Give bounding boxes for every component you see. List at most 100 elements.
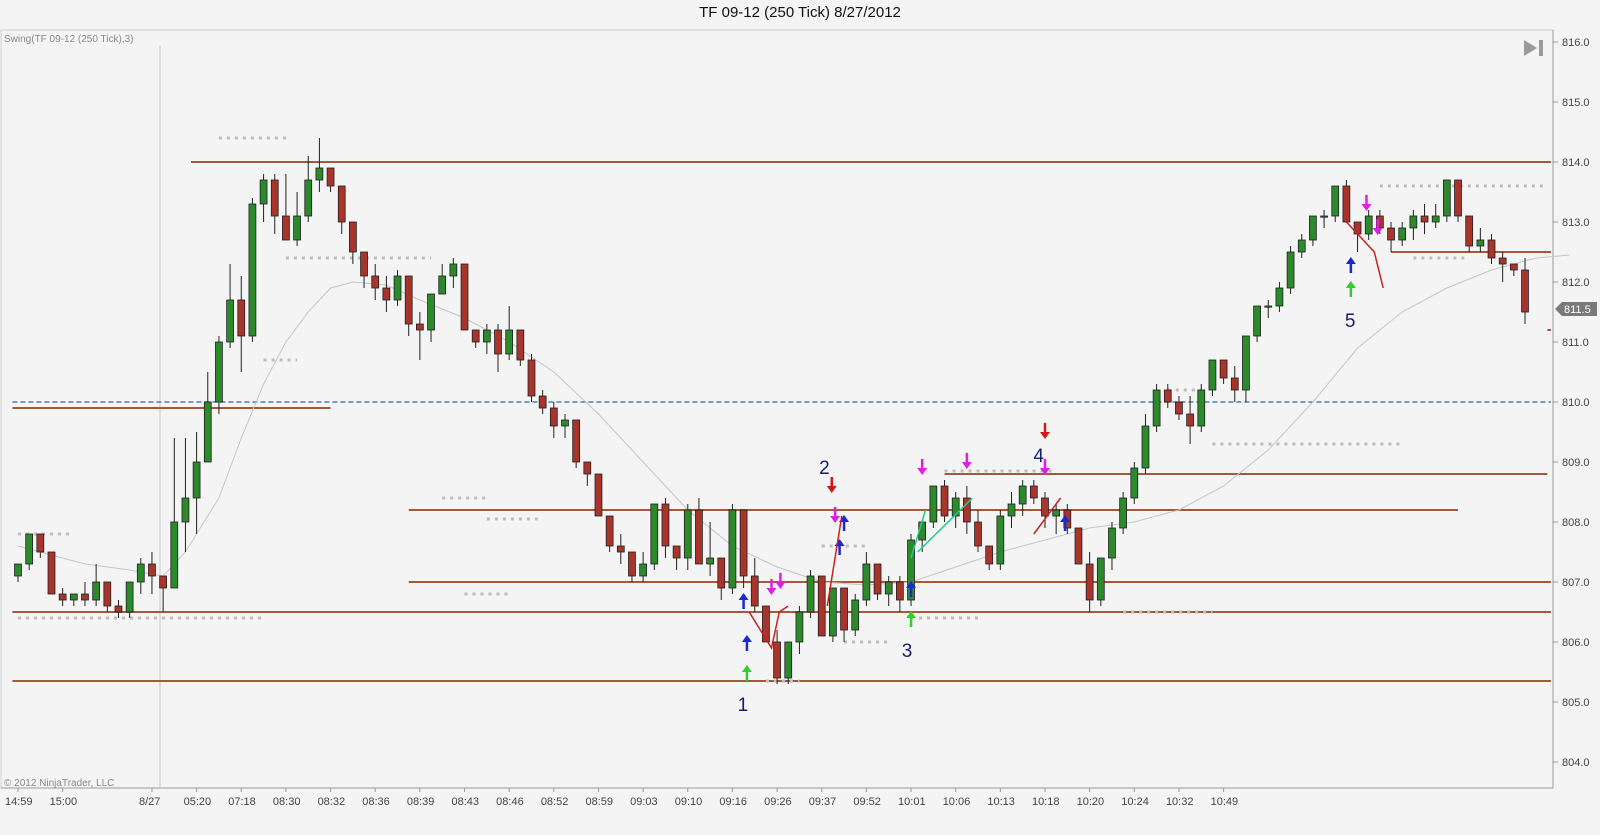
- swing-number-label: 5: [1345, 311, 1356, 332]
- candle-body: [639, 563, 647, 577]
- candle-body: [103, 581, 112, 607]
- time-tick-label: 8/27: [139, 796, 160, 808]
- candle-body: [215, 341, 223, 403]
- candle-body: [1197, 389, 1206, 427]
- candle-body: [717, 557, 726, 589]
- candle-body: [226, 299, 234, 343]
- candle-body: [81, 593, 89, 601]
- candle-body: [650, 503, 659, 565]
- candle-body: [1141, 425, 1150, 469]
- candle-body: [36, 533, 45, 553]
- candle-body: [538, 395, 547, 409]
- candle: [650, 503, 659, 570]
- candle-body: [1007, 503, 1016, 517]
- candle-body: [438, 275, 447, 295]
- candle-body: [114, 605, 123, 613]
- price-tick-label: 816.0: [1562, 37, 1590, 49]
- candle-body: [1431, 215, 1440, 223]
- candle-body: [672, 545, 681, 559]
- candle-body: [170, 521, 179, 589]
- candle-body: [996, 515, 1005, 565]
- candle-body: [1364, 215, 1373, 235]
- price-tick-label: 810.0: [1562, 397, 1590, 409]
- candle: [527, 354, 536, 402]
- candle: [929, 485, 938, 528]
- candle: [572, 419, 581, 468]
- candle-body: [616, 545, 625, 553]
- candle-body: [460, 263, 469, 331]
- candle-body: [862, 563, 871, 601]
- time-tick-label: 15:00: [50, 796, 78, 808]
- price-tick-label: 806.0: [1562, 637, 1590, 649]
- candle: [762, 605, 770, 643]
- candle: [1130, 462, 1139, 504]
- candle-body: [806, 575, 815, 613]
- candle-body: [884, 581, 893, 595]
- candle-body: [739, 509, 748, 577]
- candle-body: [929, 485, 938, 523]
- scroll-to-end-icon[interactable]: [1522, 38, 1546, 58]
- time-tick-label: 08:39: [407, 796, 435, 808]
- price-tick-label: 815.0: [1562, 97, 1590, 109]
- candle-body: [1521, 269, 1529, 313]
- candle-body: [817, 575, 826, 637]
- candle-body: [1465, 215, 1474, 247]
- time-tick-label: 08:36: [362, 796, 390, 808]
- time-tick-label: 14:59: [5, 796, 33, 808]
- price-tick-label: 814.0: [1562, 157, 1590, 169]
- candle-body: [951, 497, 960, 517]
- candle-body: [974, 521, 982, 547]
- candle-body: [1476, 239, 1485, 247]
- price-chart[interactable]: 1 2 3 4 5 816.0 815.0 814.0 813.0 812.0 811.0 810.…: [0, 0, 1600, 835]
- price-tick-label: 808.0: [1562, 517, 1590, 529]
- candle-body: [795, 611, 804, 643]
- candle-body: [304, 179, 313, 217]
- chart-window[interactable]: TF 09-12 (250 Tick) 8/27/2012 12345 816.…: [0, 0, 1600, 835]
- candle-body: [371, 275, 380, 289]
- time-tick-label: 10:32: [1166, 796, 1194, 808]
- candle-body: [628, 551, 636, 577]
- candle-body: [1387, 227, 1395, 241]
- candle-body: [1275, 287, 1284, 307]
- candle-body: [1509, 263, 1518, 271]
- candle-body: [282, 215, 290, 241]
- candle-body: [270, 179, 279, 217]
- time-tick-label: 09:52: [853, 796, 881, 808]
- candle-body: [47, 551, 56, 595]
- candle-body: [896, 581, 904, 601]
- candle-body: [1297, 239, 1306, 253]
- candle-body: [1242, 335, 1250, 391]
- time-axis[interactable]: 14:59 15:00 8/27 05:20 07:18 08:30 08:32 08:36 0…: [5, 788, 1238, 808]
- time-tick-label: 10:18: [1032, 796, 1060, 808]
- candle-body: [829, 587, 837, 637]
- candle: [817, 575, 826, 637]
- price-tick-label: 809.0: [1562, 457, 1590, 469]
- candle-body: [337, 185, 346, 223]
- price-tick-label: 804.0: [1562, 757, 1590, 769]
- candle-body: [527, 359, 536, 397]
- candle-body: [784, 641, 793, 679]
- candle-body: [382, 287, 391, 301]
- candle-body: [1264, 305, 1273, 308]
- candle: [1342, 180, 1351, 223]
- candle: [728, 504, 737, 594]
- candle-body: [1096, 557, 1105, 601]
- candle-body: [1253, 305, 1261, 337]
- candle-body: [482, 329, 491, 343]
- candle-body: [1398, 227, 1407, 241]
- candle: [806, 570, 815, 618]
- candle-body: [1152, 389, 1161, 427]
- time-tick-label: 10:24: [1121, 796, 1149, 808]
- candle-body: [181, 497, 190, 523]
- candle: [1096, 557, 1105, 606]
- price-tick-label: 811.0: [1562, 337, 1589, 349]
- candle-body: [1119, 497, 1127, 529]
- current-price-tag: 811.5: [1555, 302, 1597, 316]
- candle: [784, 641, 793, 684]
- current-price-label: 811.5: [1564, 304, 1591, 316]
- candle: [1152, 384, 1161, 432]
- candle: [851, 594, 860, 636]
- time-tick-label: 10:20: [1077, 796, 1105, 808]
- price-axis[interactable]: 816.0 815.0 814.0 813.0 812.0 811.0 810.0 809.0…: [1553, 37, 1590, 769]
- candle-body: [762, 605, 770, 643]
